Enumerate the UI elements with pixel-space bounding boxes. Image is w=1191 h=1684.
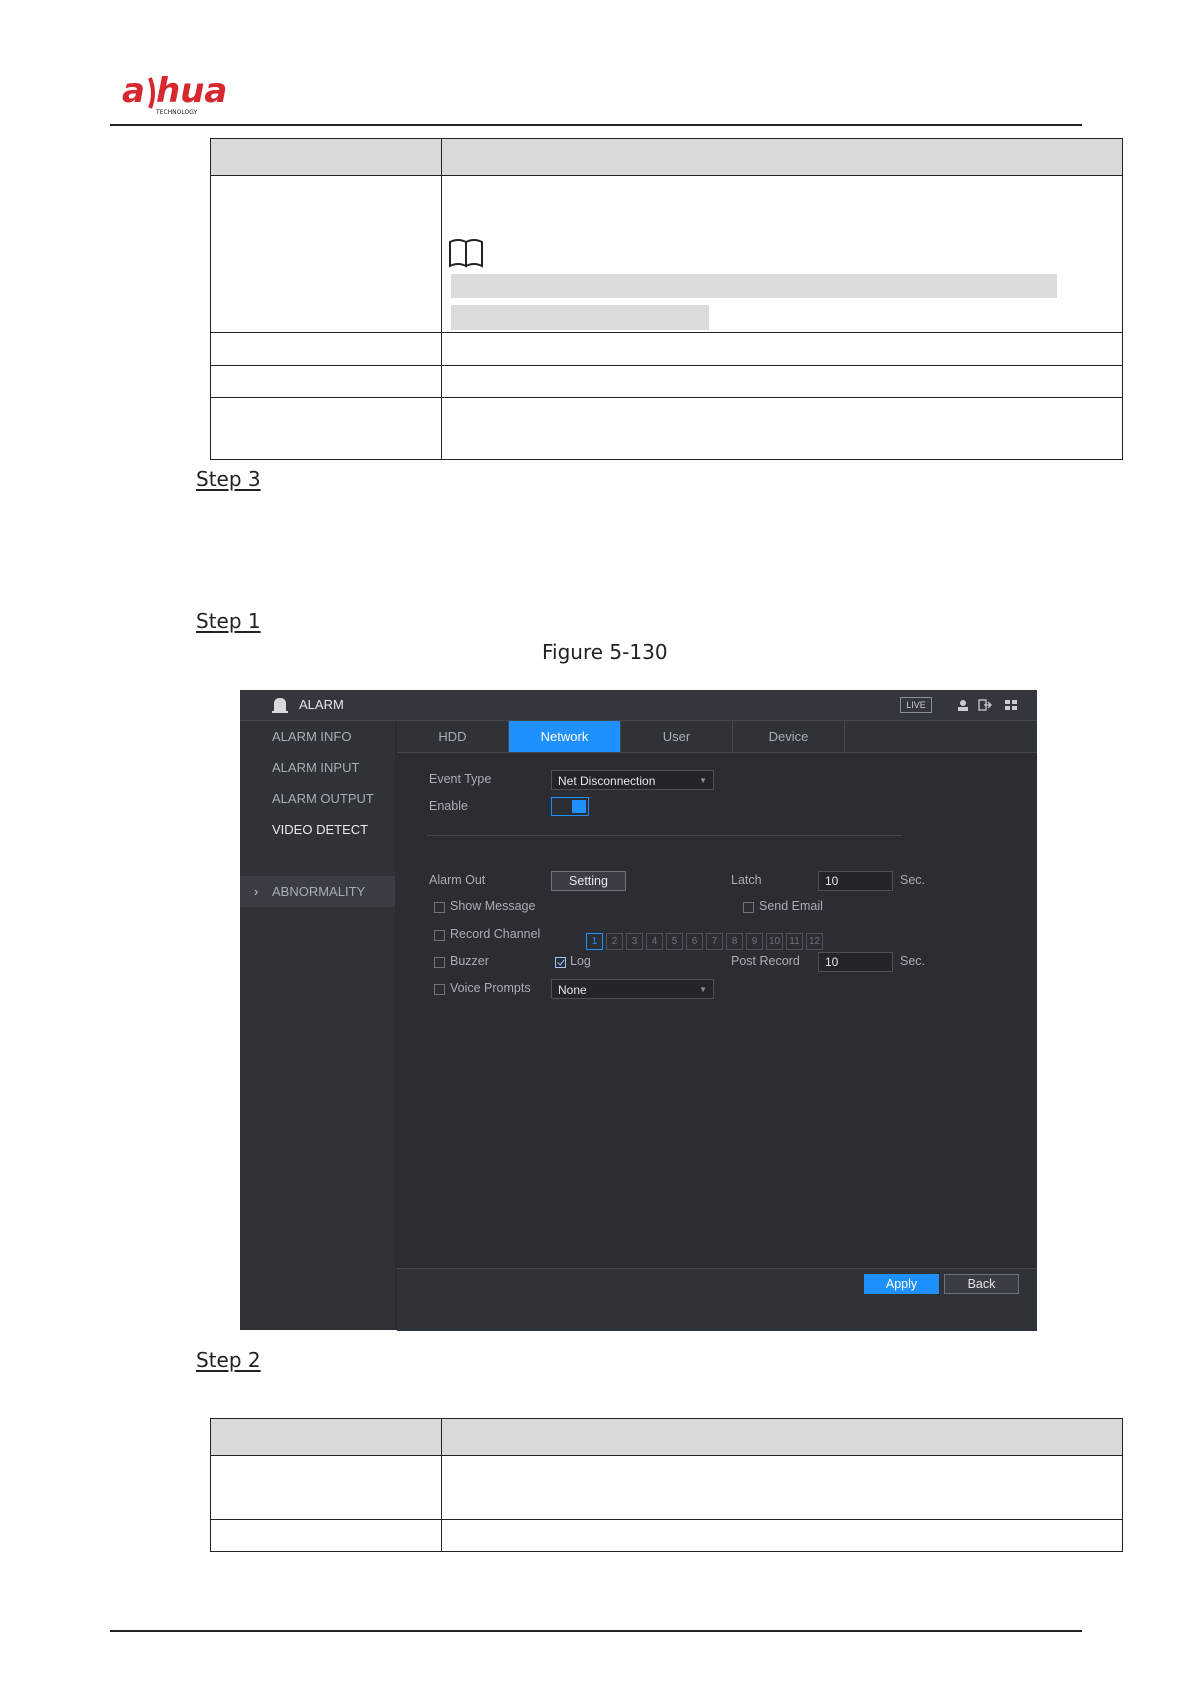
alarm-out-setting-button[interactable]: Setting <box>551 871 626 891</box>
sidebar-item-alarm-input[interactable]: ALARM INPUT <box>272 760 359 775</box>
sidebar-item-video-detect[interactable]: VIDEO DETECT <box>272 822 368 837</box>
note-text-redacted <box>451 305 709 330</box>
voice-prompts-select[interactable]: None ▼ <box>551 979 714 999</box>
latch-input[interactable]: 10 <box>818 871 893 891</box>
channel-button[interactable]: 3 <box>626 933 643 950</box>
channel-button[interactable]: 6 <box>686 933 703 950</box>
voice-prompts-label: Voice Prompts <box>450 981 531 995</box>
post-record-input[interactable]: 10 <box>818 952 893 972</box>
section-divider <box>427 835 902 836</box>
dahua-logo: a hua TECHNOLOGY <box>122 72 227 116</box>
channel-button[interactable]: 10 <box>766 933 783 950</box>
tab-hdd[interactable]: HDD <box>397 721 509 752</box>
figure-caption: Figure 5-130 <box>542 640 668 664</box>
channel-button[interactable]: 2 <box>606 933 623 950</box>
step-1-label: Step 1 <box>196 609 261 633</box>
toggle-knob <box>572 800 586 813</box>
apply-button[interactable]: Apply <box>864 1274 939 1294</box>
svg-text:hua: hua <box>156 72 227 111</box>
back-button[interactable]: Back <box>944 1274 1019 1294</box>
svg-text:a: a <box>122 72 145 111</box>
live-button[interactable]: LIVE <box>900 697 932 713</box>
title-bar: ALARM LIVE <box>240 690 1037 721</box>
alarm-bell-icon <box>272 698 288 713</box>
dropdown-arrow-icon: ▼ <box>699 776 707 785</box>
parameter-table-top <box>210 138 1123 460</box>
channel-button[interactable]: 8 <box>726 933 743 950</box>
buzzer-checkbox[interactable] <box>434 957 445 968</box>
channel-button[interactable]: 9 <box>746 933 763 950</box>
alarm-abnormality-screen: ALARM LIVE ALARM INFO ALARM INPUT ALARM … <box>240 690 1037 1331</box>
post-record-label: Post Record <box>731 954 800 968</box>
record-channel-label: Record Channel <box>450 927 541 941</box>
chevron-right-icon: › <box>254 884 259 899</box>
log-checkbox[interactable] <box>555 957 566 968</box>
user-icon[interactable] <box>956 699 970 711</box>
grid-menu-icon[interactable] <box>1004 699 1018 711</box>
latch-label: Latch <box>731 873 762 887</box>
send-email-label: Send Email <box>759 899 823 913</box>
svg-text:TECHNOLOGY: TECHNOLOGY <box>155 109 198 116</box>
logout-icon[interactable] <box>978 699 992 711</box>
sidebar: ALARM INFO ALARM INPUT ALARM OUTPUT VIDE… <box>240 721 395 1330</box>
sidebar-item-abnormality[interactable]: ABNORMALITY <box>272 884 365 899</box>
event-type-select[interactable]: Net Disconnection ▼ <box>551 770 714 790</box>
event-type-value: Net Disconnection <box>558 774 656 788</box>
record-channel-selector: 1 2 3 4 5 6 7 8 9 10 11 12 <box>586 933 823 950</box>
note-text-redacted <box>451 274 1057 298</box>
channel-button[interactable]: 11 <box>786 933 803 950</box>
send-email-checkbox[interactable] <box>743 902 754 913</box>
tab-network[interactable]: Network <box>509 721 621 752</box>
footer-rule <box>110 1630 1082 1632</box>
footer-bar: Apply Back <box>397 1268 1037 1331</box>
voice-prompts-checkbox[interactable] <box>434 984 445 995</box>
log-label: Log <box>570 954 591 968</box>
buzzer-label: Buzzer <box>450 954 489 968</box>
screen-title: ALARM <box>299 697 344 712</box>
channel-button[interactable]: 7 <box>706 933 723 950</box>
tab-device[interactable]: Device <box>733 721 845 752</box>
channel-button[interactable]: 1 <box>586 933 603 950</box>
dropdown-arrow-icon: ▼ <box>699 985 707 994</box>
voice-prompts-value: None <box>558 983 587 997</box>
tab-user[interactable]: User <box>621 721 733 752</box>
channel-button[interactable]: 12 <box>806 933 823 950</box>
step-3-label: Step 3 <box>196 467 261 491</box>
enable-label: Enable <box>429 799 468 813</box>
show-message-checkbox[interactable] <box>434 902 445 913</box>
header-rule <box>110 124 1082 126</box>
step-2-label: Step 2 <box>196 1348 261 1372</box>
settings-panel: Event Type Net Disconnection ▼ Enable Al… <box>397 753 1037 1268</box>
channel-button[interactable]: 5 <box>666 933 683 950</box>
parameter-table-bottom <box>210 1418 1123 1552</box>
show-message-label: Show Message <box>450 899 536 913</box>
event-type-label: Event Type <box>429 772 492 786</box>
sidebar-item-alarm-info[interactable]: ALARM INFO <box>272 729 351 744</box>
alarm-out-label: Alarm Out <box>429 873 486 887</box>
tab-bar: HDD Network User Device <box>397 721 1037 753</box>
channel-button[interactable]: 4 <box>646 933 663 950</box>
sidebar-item-alarm-output[interactable]: ALARM OUTPUT <box>272 791 374 806</box>
record-channel-checkbox[interactable] <box>434 930 445 941</box>
note-book-icon <box>449 239 483 268</box>
post-record-unit: Sec. <box>900 954 926 968</box>
enable-toggle[interactable] <box>551 797 589 816</box>
latch-unit: Sec. <box>900 873 926 887</box>
